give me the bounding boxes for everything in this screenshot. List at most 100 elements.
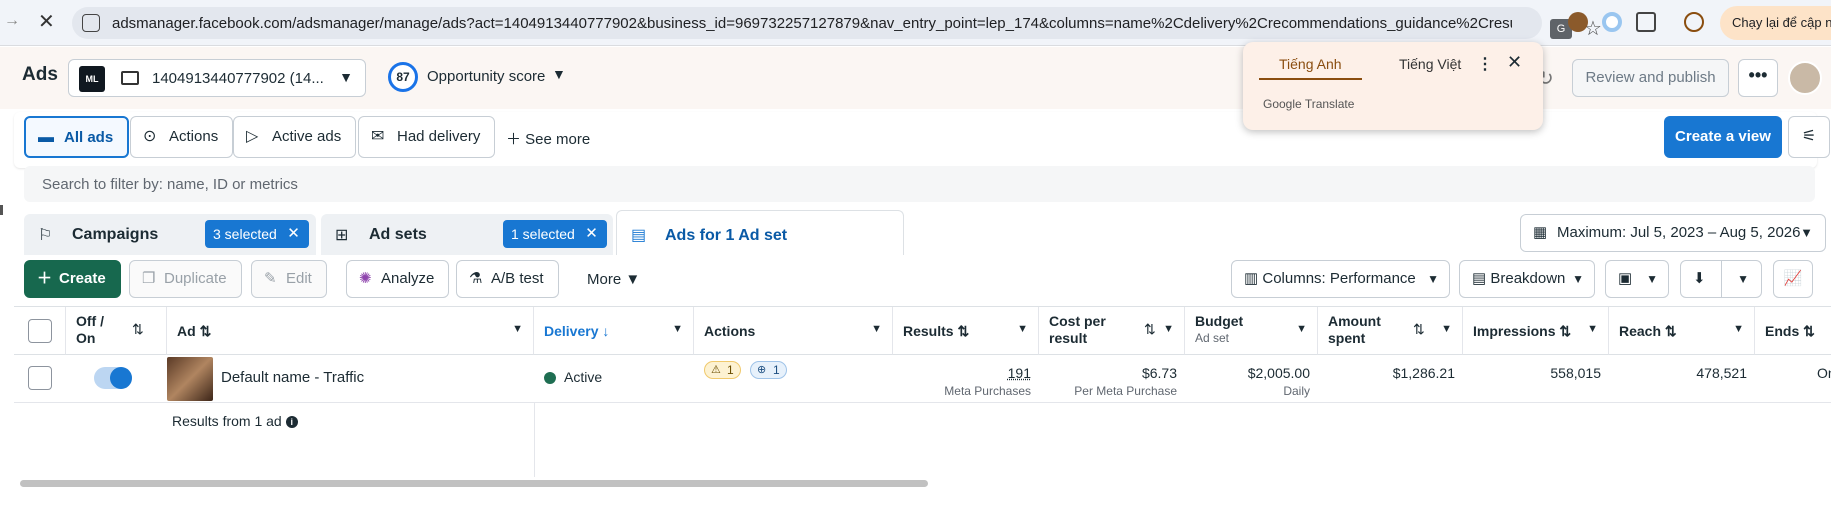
edit-button[interactable]: ✎ Edit [251, 260, 327, 298]
row-checkbox[interactable] [28, 366, 52, 390]
ad-thumbnail[interactable] [167, 357, 213, 401]
export-dropdown[interactable]: ⬇ ▼ [1680, 260, 1762, 298]
translate-source-tab[interactable]: Tiếng Anh [1259, 56, 1362, 80]
chart-icon[interactable]: 📈 [1773, 260, 1813, 298]
header-budget[interactable]: Budget Ad set ▼ [1185, 307, 1318, 355]
close-icon[interactable]: ✕ [1507, 52, 1522, 73]
ad-toggle[interactable] [94, 367, 132, 389]
tab-campaigns[interactable]: ⚐ Campaigns 3 selected ✕ [24, 214, 316, 258]
reports-dropdown[interactable]: ▣ ▼ [1605, 260, 1669, 298]
profile-icon[interactable] [1684, 12, 1704, 32]
create-button[interactable]: ＋ Create [24, 260, 121, 298]
columns-dropdown[interactable]: ▥ Columns: Performance ▼ [1231, 260, 1450, 298]
ad-name-link[interactable]: Default name - Traffic [221, 369, 364, 386]
address-bar[interactable]: adsmanager.facebook.com/adsmanager/manag… [72, 7, 1542, 39]
chevron-down-icon[interactable]: ▼ [871, 323, 882, 335]
chevron-down-icon[interactable]: ▼ [1587, 323, 1598, 335]
chevron-down-icon[interactable]: ▼ [1441, 323, 1452, 335]
sort-icon[interactable]: ⇅ [1559, 323, 1571, 339]
chevron-down-icon[interactable]: ▼ [1296, 323, 1307, 335]
search-filter[interactable] [24, 166, 1815, 202]
horizontal-scrollbar[interactable] [20, 480, 928, 487]
header-off-on[interactable]: Off / On ⇅ [66, 307, 167, 355]
view-actions-button[interactable]: ⊙ Actions [130, 116, 233, 158]
view-label: Had delivery [397, 128, 480, 145]
chevron-down-icon[interactable]: ▼ [512, 323, 523, 335]
badge-count: 1 [773, 363, 780, 377]
header-results[interactable]: Results ⇅ ▼ [893, 307, 1039, 355]
avatar[interactable] [1788, 61, 1822, 95]
close-icon[interactable]: ✕ [38, 9, 55, 34]
account-selector[interactable]: ML 1404913440777902 (14... ▼ [68, 59, 366, 97]
send-icon: ▷ [246, 117, 258, 157]
update-button[interactable]: Chạy lại để cập nhật [1720, 6, 1831, 40]
opportunity-score-label[interactable]: Opportunity score [427, 68, 545, 85]
results-number[interactable]: 191 [1008, 365, 1031, 381]
header-reach[interactable]: Reach ⇅ ▼ [1609, 307, 1755, 355]
see-more-button[interactable]: ＋ See more [506, 128, 590, 149]
puzzle-extensions-icon[interactable] [1636, 12, 1656, 32]
chevron-down-icon[interactable]: ▼ [1733, 323, 1744, 335]
cookie-extension-icon[interactable] [1568, 12, 1588, 32]
translate-target-tab[interactable]: Tiếng Việt [1379, 56, 1481, 78]
chevron-down-icon[interactable]: ▼ [672, 323, 683, 335]
sort-icon[interactable]: ⇅ [1665, 323, 1677, 339]
budget-cell[interactable]: $2,005.00 Daily [1185, 355, 1318, 403]
sort-icon[interactable]: ⇅ [1413, 321, 1425, 338]
sort-icon[interactable]: ⇅ [957, 323, 969, 339]
adsets-selected-chip[interactable]: 1 selected ✕ [503, 220, 607, 248]
header-ad[interactable]: Ad ⇅ ▼ [167, 307, 534, 355]
create-view-button[interactable]: Create a view [1664, 116, 1782, 158]
table-row[interactable]: Default name - Traffic Active ⚠ 1 ⊕ 1 191 M… [14, 355, 1831, 403]
info-icon[interactable]: i [286, 416, 298, 428]
settings-sliders-icon[interactable]: ⚟ [1788, 116, 1830, 158]
app-header: Ads ML 1404913440777902 (14... ▼ 87 Oppo… [0, 47, 1831, 109]
duplicate-button[interactable]: ❐ Duplicate [129, 260, 242, 298]
header-impressions[interactable]: Impressions ⇅ ▼ [1463, 307, 1609, 355]
sort-icon[interactable]: ⇅ [132, 321, 144, 338]
more-options-button[interactable]: ••• [1738, 59, 1778, 97]
kebab-menu-icon[interactable]: ⋮ [1477, 54, 1493, 74]
url-text[interactable]: adsmanager.facebook.com/adsmanager/manag… [112, 15, 1512, 32]
opportunity-score-badge[interactable]: 87 [388, 62, 418, 92]
tab-adsets[interactable]: ⊞ Ad sets 1 selected ✕ [321, 214, 613, 258]
review-publish-button[interactable]: Review and publish [1572, 59, 1729, 97]
chevron-down-icon[interactable]: ▼ [552, 66, 566, 82]
button-label: Edit [286, 270, 312, 287]
forward-icon[interactable]: → [4, 12, 20, 30]
tab-ads[interactable]: ▤ Ads for 1 Ad set [616, 210, 904, 258]
header-delivery[interactable]: Delivery ↓ ▼ [534, 307, 694, 355]
campaigns-selected-chip[interactable]: 3 selected ✕ [205, 220, 309, 248]
cost-number: $6.73 [1142, 365, 1177, 381]
header-cost-per-result[interactable]: Cost per result ⇅ ▼ [1039, 307, 1185, 355]
site-settings-icon[interactable] [82, 14, 100, 32]
header-ends[interactable]: Ends ⇅ [1755, 307, 1831, 355]
sparkle-icon: ✺ [359, 261, 372, 297]
sort-icon[interactable]: ⇅ [1803, 323, 1815, 339]
view-had-delivery-button[interactable]: ✉ Had delivery [358, 116, 495, 158]
sort-down-icon[interactable]: ↓ [602, 323, 609, 339]
warning-badge[interactable]: ⚠ 1 [704, 361, 741, 379]
more-dropdown[interactable]: More ▼ [587, 271, 640, 288]
search-input[interactable] [24, 166, 1815, 202]
view-active-ads-button[interactable]: ▷ Active ads [233, 116, 356, 158]
chevron-down-icon[interactable]: ▼ [1017, 323, 1028, 335]
sort-icon[interactable]: ⇅ [1144, 321, 1156, 338]
impressions-cell: 558,015 [1463, 355, 1609, 403]
ab-test-button[interactable]: ⚗ A/B test [456, 260, 559, 298]
results-sub: Meta Purchases [944, 384, 1031, 398]
breakdown-dropdown[interactable]: ▤ Breakdown ▼ [1459, 260, 1595, 298]
chevron-down-icon[interactable]: ▼ [1163, 323, 1174, 335]
date-range-picker[interactable]: ▦ Maximum: Jul 5, 2023 – Aug 5, 2026 ▼ [1520, 214, 1826, 252]
header-actions[interactable]: Actions ▼ [694, 307, 893, 355]
extension-icon[interactable] [1602, 12, 1622, 32]
recommendation-badge[interactable]: ⊕ 1 [750, 361, 787, 379]
close-icon[interactable]: ✕ [585, 220, 598, 248]
sort-icon[interactable]: ⇅ [200, 323, 212, 339]
header-amount-spent[interactable]: Amount spent ⇅ ▼ [1318, 307, 1463, 355]
analyze-button[interactable]: ✺ Analyze [346, 260, 449, 298]
view-all-ads-button[interactable]: ▬ All ads [24, 116, 129, 158]
header-label: Amount spent [1328, 313, 1381, 347]
select-all-checkbox[interactable] [28, 319, 52, 343]
close-icon[interactable]: ✕ [287, 220, 300, 248]
